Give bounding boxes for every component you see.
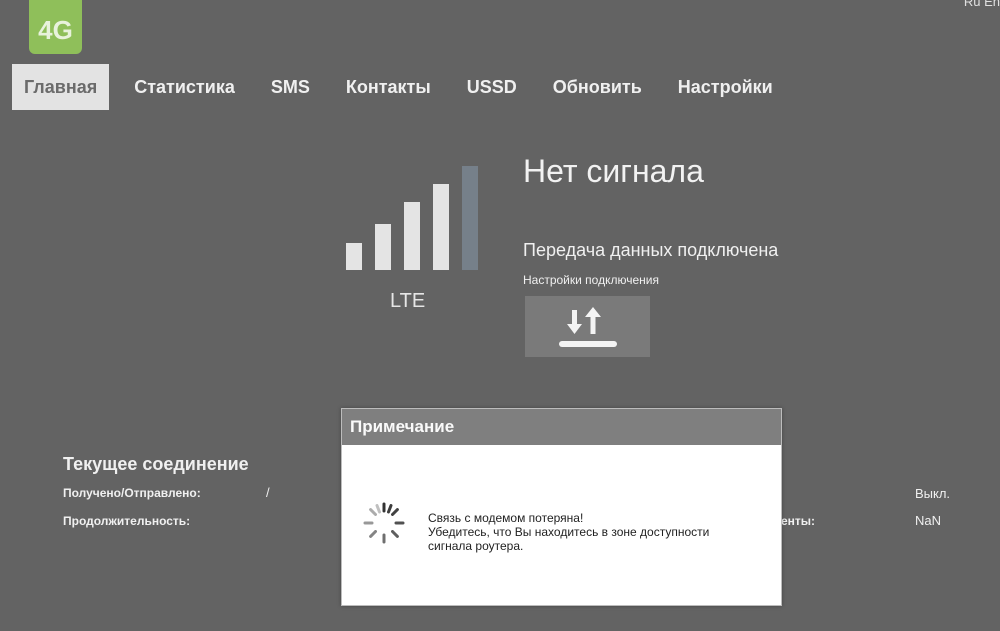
duration-label: Продолжительность: [63, 514, 191, 528]
signal-bar [346, 243, 362, 270]
message-line: Убедитесь, что Вы находитесь в зоне дост… [428, 525, 710, 539]
message-line: Связь с модемом потеряна! [428, 511, 584, 525]
data-connection-status: Передача данных подключена [523, 240, 779, 260]
logo: 4G [29, 0, 82, 54]
clients-value: NaN [915, 513, 942, 528]
signal-bar [462, 166, 478, 270]
dialog-title: Примечание [342, 409, 781, 445]
nav-tab-home[interactable]: Главная [12, 64, 110, 110]
signal-status-title: Нет сигнала [523, 153, 704, 189]
language-switch[interactable]: Ru En [964, 0, 1000, 9]
nav-tab-statistics[interactable]: Статистика [116, 64, 253, 110]
signal-strength-icon [346, 166, 480, 270]
connection-settings-link[interactable]: Настройки подключения [523, 273, 659, 287]
connection-toggle-button[interactable] [525, 296, 650, 357]
received-sent-label: Получено/Отправлено: [63, 486, 201, 500]
status-value-off: Выкл. [915, 486, 951, 501]
nav-tab-sms[interactable]: SMS [253, 64, 328, 110]
signal-bar [375, 224, 391, 270]
signal-bar [404, 202, 420, 270]
note-dialog: Примечание Связь с модемом потеряна! Убе… [341, 408, 782, 606]
nav-tab-settings[interactable]: Настройки [660, 64, 791, 110]
upload-download-icon [558, 306, 617, 347]
dialog-body: Связь с модемом потеряна! Убедитесь, что… [342, 445, 781, 603]
network-type: LTE [390, 290, 426, 312]
loading-spinner-icon [363, 502, 405, 544]
received-sent-value: / [266, 485, 270, 500]
signal-bar [433, 184, 449, 270]
main-nav: Главная Статистика SMS Контакты USSD Обн… [12, 64, 791, 110]
nav-tab-ussd[interactable]: USSD [449, 64, 535, 110]
current-connection-title: Текущее соединение [63, 454, 249, 474]
nav-tab-contacts[interactable]: Контакты [328, 64, 449, 110]
dialog-message: Связь с модемом потеряна! Убедитесь, что… [428, 511, 768, 553]
nav-tab-update[interactable]: Обновить [535, 64, 660, 110]
clients-label: енты: [781, 514, 816, 528]
message-line: сигнала роутера. [428, 539, 524, 553]
